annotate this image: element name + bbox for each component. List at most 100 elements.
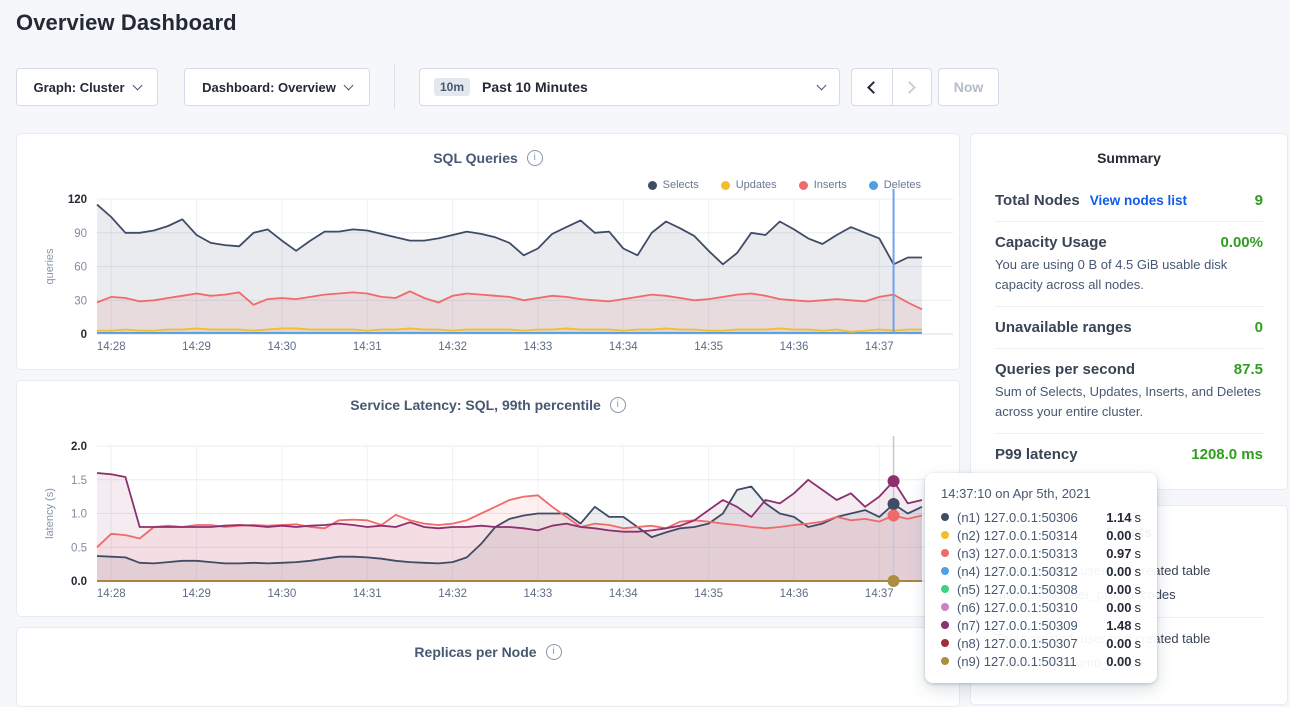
tooltip-row: (n9) 127.0.0.1:503110.00s bbox=[941, 652, 1141, 670]
x-axis-tick-label: 14:35 bbox=[694, 588, 723, 600]
x-axis-tick-label: 14:33 bbox=[524, 341, 553, 353]
dashboard-dropdown[interactable]: Dashboard: Overview bbox=[184, 68, 370, 106]
x-axis-tick-label: 14:33 bbox=[524, 588, 553, 600]
dashboard-dropdown-label: Dashboard: Overview bbox=[202, 80, 336, 95]
tooltip-node-value: 0.97 bbox=[1106, 546, 1131, 561]
hover-dot-icon bbox=[888, 475, 900, 487]
chevron-down-icon bbox=[132, 80, 142, 90]
node-color-dot-icon bbox=[941, 531, 949, 539]
chevron-right-icon bbox=[903, 81, 916, 94]
node-color-dot-icon bbox=[941, 513, 949, 521]
y-axis-tick-label: 60 bbox=[74, 262, 87, 274]
tooltip-row: (n2) 127.0.0.1:503140.00 s bbox=[941, 526, 1141, 544]
x-axis-tick-label: 14:29 bbox=[182, 341, 211, 353]
y-axis-tick-label: 0.5 bbox=[71, 542, 87, 554]
tooltip-row: (n6) 127.0.0.1:503100.00s bbox=[941, 598, 1141, 616]
tooltip-node-unit: s bbox=[1135, 582, 1142, 597]
tooltip-node-value: 0.00 bbox=[1106, 528, 1131, 543]
summary-item-label: Queries per second bbox=[995, 361, 1135, 378]
y-axis-label: queries bbox=[44, 248, 56, 285]
y-axis-tick-label: 2.0 bbox=[71, 441, 87, 453]
hover-dot-icon bbox=[888, 575, 900, 587]
x-axis-tick-label: 14:30 bbox=[268, 341, 297, 353]
summary-item-value: 0.00% bbox=[1220, 234, 1263, 251]
y-axis-tick-label: 120 bbox=[68, 194, 87, 206]
x-axis-tick-label: 14:32 bbox=[438, 341, 467, 353]
x-axis-tick-label: 14:31 bbox=[353, 341, 382, 353]
node-color-dot-icon bbox=[941, 621, 949, 629]
service-latency-chart[interactable]: 14:2814:2914:3014:3114:3214:3314:3414:35… bbox=[17, 381, 961, 618]
time-range-dropdown[interactable]: 10m Past 10 Minutes bbox=[419, 68, 840, 106]
tooltip-row: (n3) 127.0.0.1:503130.97 s bbox=[941, 544, 1141, 562]
x-axis-tick-label: 14:30 bbox=[268, 588, 297, 600]
time-prev-button[interactable] bbox=[852, 69, 892, 105]
y-axis-tick-label: 90 bbox=[74, 228, 87, 240]
x-axis-tick-label: 14:34 bbox=[609, 588, 638, 600]
node-color-dot-icon bbox=[941, 657, 949, 665]
tooltip-node-unit: s bbox=[1135, 654, 1142, 669]
series-area-Selects bbox=[97, 205, 922, 334]
tooltip-node-unit: s bbox=[1135, 564, 1142, 579]
page-title: Overview Dashboard bbox=[16, 10, 237, 36]
node-color-dot-icon bbox=[941, 549, 949, 557]
y-axis-label: latency (s) bbox=[44, 488, 56, 539]
tooltip-node-label: (n2) 127.0.0.1:50314 bbox=[957, 528, 1106, 543]
tooltip-node-value: 0.00 bbox=[1106, 636, 1131, 651]
tooltip-timestamp: 14:37:10 on Apr 5th, 2021 bbox=[941, 486, 1141, 501]
x-axis-tick-label: 14:37 bbox=[865, 588, 894, 600]
x-axis-tick-label: 14:36 bbox=[780, 588, 809, 600]
summary-panel: Summary Total NodesView nodes list9Capac… bbox=[970, 133, 1288, 490]
tooltip-node-unit: s bbox=[1135, 600, 1142, 615]
tooltip-row: (n1) 127.0.0.1:503061.14s bbox=[941, 508, 1141, 526]
x-axis-tick-label: 14:32 bbox=[438, 588, 467, 600]
summary-item-value: 1208.0 ms bbox=[1191, 446, 1263, 463]
tooltip-node-unit: s bbox=[1135, 510, 1142, 525]
y-axis-tick-label: 0 bbox=[81, 329, 87, 341]
y-axis-tick-label: 30 bbox=[74, 295, 87, 307]
chart-hover-tooltip: 14:37:10 on Apr 5th, 2021 (n1) 127.0.0.1… bbox=[925, 473, 1157, 683]
summary-item-label: P99 latency bbox=[995, 446, 1078, 463]
chevron-left-icon bbox=[867, 81, 880, 94]
tooltip-row: (n5) 127.0.0.1:503080.00s bbox=[941, 580, 1141, 598]
summary-item-description: Sum of Selects, Updates, Inserts, and De… bbox=[995, 382, 1263, 421]
hover-dot-icon bbox=[888, 498, 900, 510]
replicas-per-node-title: Replicas per Node bbox=[17, 644, 959, 660]
node-color-dot-icon bbox=[941, 585, 949, 593]
tooltip-node-label: (n8) 127.0.0.1:50307 bbox=[957, 636, 1106, 651]
tooltip-node-value: 1.48 bbox=[1106, 618, 1131, 633]
y-axis-tick-label: 0.0 bbox=[71, 576, 87, 588]
x-axis-tick-label: 14:28 bbox=[97, 588, 126, 600]
x-axis-tick-label: 14:28 bbox=[97, 341, 126, 353]
time-nav-group bbox=[851, 68, 932, 106]
chevron-down-icon bbox=[817, 80, 827, 90]
replicas-per-node-card: Replicas per Node bbox=[16, 627, 960, 707]
graph-dropdown[interactable]: Graph: Cluster bbox=[16, 68, 158, 106]
view-nodes-list-link[interactable]: View nodes list bbox=[1090, 193, 1187, 208]
tooltip-node-unit: s bbox=[1135, 618, 1142, 633]
summary-item-label: Unavailable ranges bbox=[995, 319, 1132, 336]
tooltip-node-label: (n7) 127.0.0.1:50309 bbox=[957, 618, 1106, 633]
y-axis-tick-label: 1.0 bbox=[71, 509, 87, 521]
now-button[interactable]: Now bbox=[938, 68, 999, 106]
tooltip-node-label: (n3) 127.0.0.1:50313 bbox=[957, 546, 1106, 561]
tooltip-node-unit: s bbox=[1135, 528, 1142, 543]
tooltip-node-value: 0.00 bbox=[1106, 654, 1131, 669]
info-icon[interactable] bbox=[546, 644, 562, 660]
time-range-badge: 10m bbox=[434, 78, 470, 96]
node-color-dot-icon bbox=[941, 567, 949, 575]
time-next-button[interactable] bbox=[892, 69, 932, 105]
tooltip-row: (n4) 127.0.0.1:503120.00s bbox=[941, 562, 1141, 580]
x-axis-tick-label: 14:29 bbox=[182, 588, 211, 600]
x-axis-tick-label: 14:35 bbox=[694, 341, 723, 353]
summary-item-label: Capacity Usage bbox=[995, 234, 1107, 251]
tooltip-node-value: 0.00 bbox=[1106, 582, 1131, 597]
tooltip-node-unit: s bbox=[1135, 546, 1142, 561]
x-axis-tick-label: 14:34 bbox=[609, 341, 638, 353]
x-axis-tick-label: 14:36 bbox=[780, 341, 809, 353]
summary-item: Unavailable ranges0 bbox=[995, 306, 1263, 348]
tooltip-node-label: (n4) 127.0.0.1:50312 bbox=[957, 564, 1106, 579]
summary-item: Total NodesView nodes list9 bbox=[995, 180, 1263, 221]
tooltip-node-value: 0.00 bbox=[1106, 600, 1131, 615]
sql-queries-chart[interactable]: 14:28 14:29 14:30 14:31 14:32 14:33 14:34 14:35… bbox=[17, 134, 961, 371]
summary-item: Queries per second87.5Sum of Selects, Up… bbox=[995, 348, 1263, 433]
